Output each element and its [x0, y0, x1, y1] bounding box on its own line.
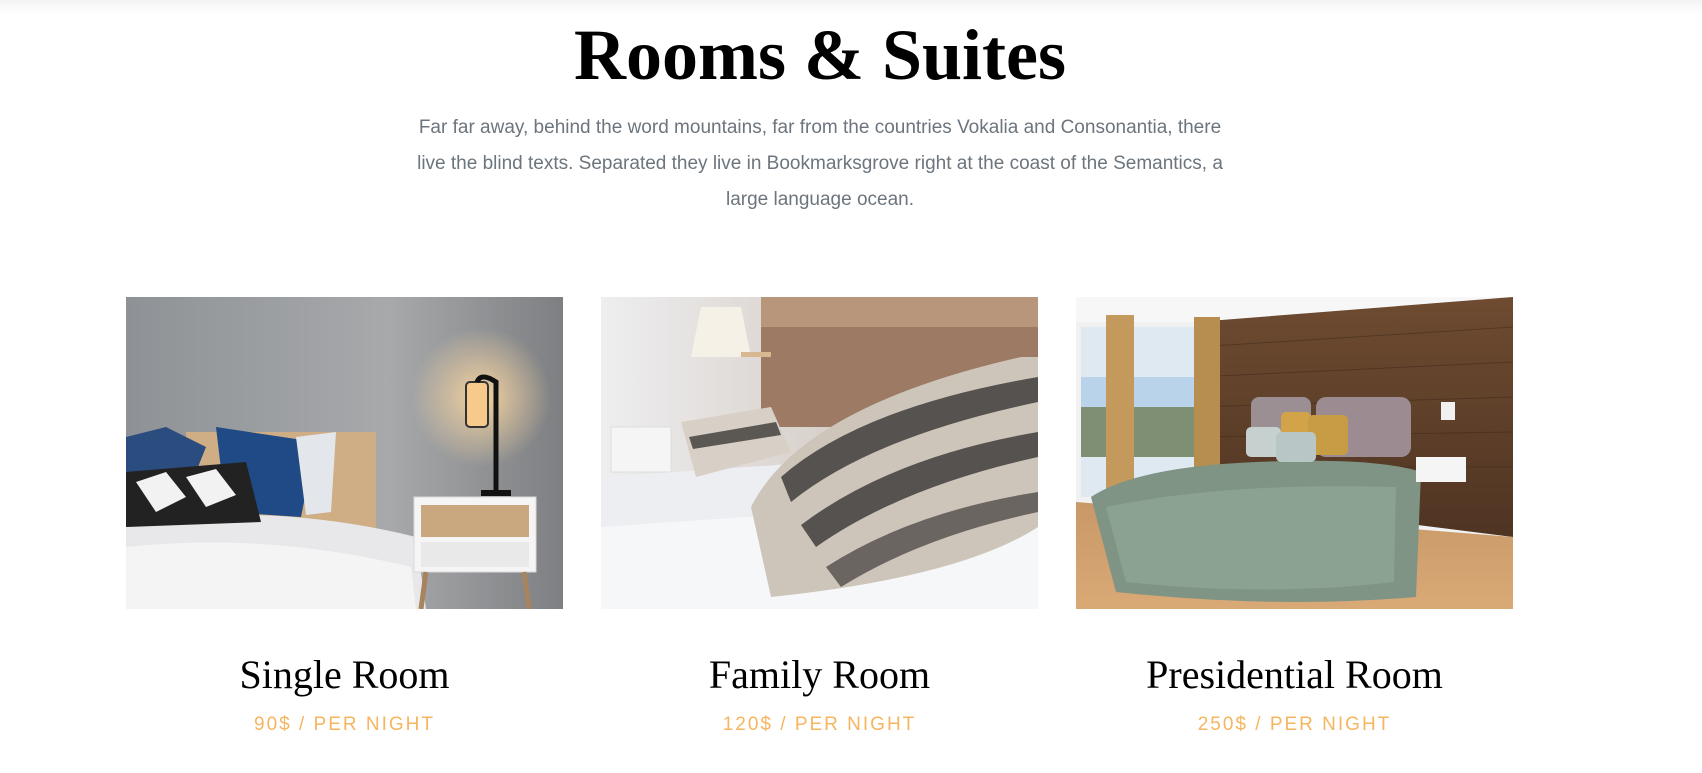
- presidential-room-image-link[interactable]: [1076, 297, 1513, 609]
- section-description: Far far away, behind the word mountains,…: [417, 117, 1223, 210]
- single-room-image-link[interactable]: [126, 297, 563, 609]
- room-card-presidential[interactable]: Presidential Room 250$ / PER NIGHT: [1076, 297, 1513, 736]
- room-price: 120$ / PER NIGHT: [722, 714, 917, 735]
- room-card-single[interactable]: Single Room 90$ / PER NIGHT: [126, 297, 563, 736]
- room-name[interactable]: Family Room: [601, 652, 1038, 698]
- room-name[interactable]: Presidential Room: [1076, 652, 1513, 698]
- presidential-room-photo: [1076, 297, 1513, 609]
- room-price: 250$ / PER NIGHT: [1197, 714, 1392, 735]
- room-name[interactable]: Single Room: [126, 652, 563, 698]
- section-title: Rooms & Suites: [573, 15, 1066, 95]
- family-room-image-link[interactable]: [601, 297, 1038, 609]
- family-room-photo: [601, 297, 1038, 609]
- room-price: 90$ / PER NIGHT: [254, 714, 435, 735]
- room-card-family[interactable]: Family Room 120$ / PER NIGHT: [601, 297, 1038, 736]
- single-room-photo: [126, 297, 563, 609]
